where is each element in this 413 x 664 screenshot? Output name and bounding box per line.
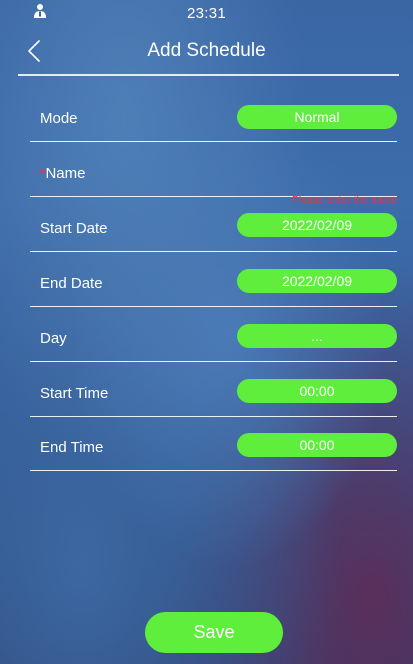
start-time-row: Start Time 00:00 <box>30 377 397 417</box>
row-divider <box>30 360 397 362</box>
day-label: Day <box>40 330 67 347</box>
name-label: *Name <box>40 165 85 182</box>
end-date-label: End Date <box>40 275 103 292</box>
name-label-text: Name <box>45 165 86 182</box>
mode-select[interactable]: Normal <box>237 105 397 129</box>
row-divider <box>30 415 397 417</box>
row-divider <box>30 250 397 252</box>
end-date-row: End Date 2022/02/09 <box>30 267 397 307</box>
save-button[interactable]: Save <box>145 612 283 653</box>
name-error-text: Please enter the name <box>292 195 397 206</box>
screen: 23:31 Add Schedule Mode Normal *Name Ple… <box>0 0 413 664</box>
row-divider <box>30 469 397 471</box>
end-time-row: End Time 00:00 <box>30 431 397 471</box>
start-date-row: Start Date 2022/02/09 <box>30 212 397 252</box>
start-time-label: Start Time <box>40 385 109 402</box>
status-bar: 23:31 <box>0 0 413 24</box>
row-divider <box>30 305 397 307</box>
end-date-picker[interactable]: 2022/02/09 <box>237 269 397 293</box>
end-time-picker[interactable]: 00:00 <box>237 433 397 457</box>
name-row[interactable]: *Name <box>30 157 397 197</box>
start-date-picker[interactable]: 2022/02/09 <box>237 213 397 237</box>
day-row: Day ... <box>30 322 397 362</box>
mode-row: Mode Normal <box>30 102 397 142</box>
day-select[interactable]: ... <box>237 324 397 348</box>
status-time: 23:31 <box>186 5 227 22</box>
page-title: Add Schedule <box>147 40 266 61</box>
header-divider <box>18 74 399 76</box>
start-time-picker[interactable]: 00:00 <box>237 379 397 403</box>
start-date-label: Start Date <box>40 220 108 237</box>
mode-label: Mode <box>40 110 78 127</box>
end-time-label: End Time <box>40 439 104 456</box>
row-divider <box>30 140 397 142</box>
